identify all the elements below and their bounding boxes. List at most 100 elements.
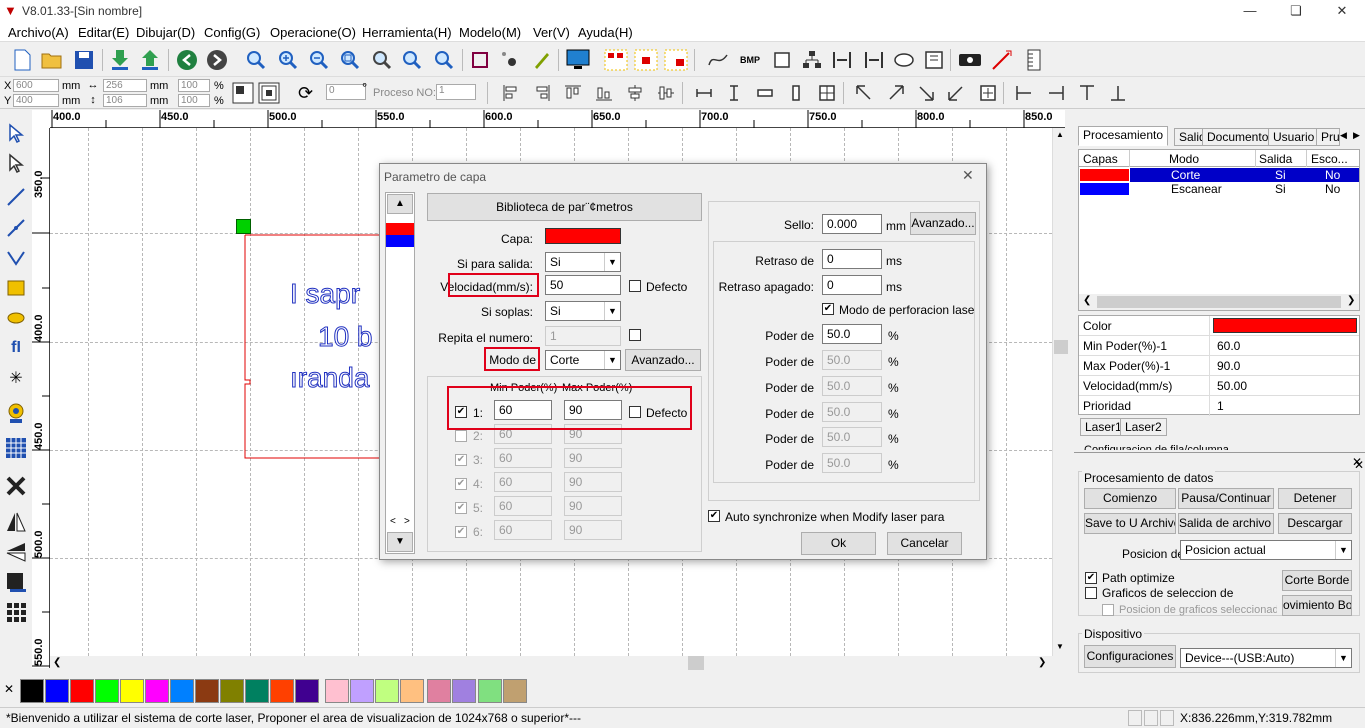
point-tool-icon[interactable]: ✳ bbox=[4, 366, 28, 390]
palette-swatch[interactable] bbox=[478, 679, 502, 703]
palette-swatch[interactable] bbox=[195, 679, 219, 703]
palette-swatch[interactable] bbox=[70, 679, 94, 703]
scroll-down-icon[interactable]: ▼ bbox=[1056, 642, 1064, 651]
palette-swatch[interactable] bbox=[145, 679, 169, 703]
min-power-input[interactable]: 60 bbox=[494, 496, 552, 516]
minimize-button[interactable]: — bbox=[1227, 0, 1273, 22]
same-width-icon[interactable] bbox=[692, 81, 716, 105]
monitor-icon[interactable] bbox=[566, 48, 590, 72]
select-arrow-icon[interactable] bbox=[4, 121, 28, 145]
selection-handle[interactable] bbox=[236, 219, 251, 234]
palette-swatch[interactable] bbox=[350, 679, 374, 703]
tab-pru[interactable]: Pru bbox=[1316, 128, 1340, 146]
velocidad-input[interactable]: 50 bbox=[545, 275, 621, 295]
menu-ayuda[interactable]: Ayuda(H) bbox=[578, 25, 633, 40]
delete-tool-icon[interactable] bbox=[4, 474, 28, 498]
palette-swatch[interactable] bbox=[452, 679, 476, 703]
detener-button[interactable]: Detener bbox=[1278, 488, 1352, 509]
zoom-page-icon[interactable] bbox=[400, 48, 424, 72]
palette-swatch[interactable] bbox=[45, 679, 69, 703]
pausa-continuar-button[interactable]: Pausa/Continuar bbox=[1178, 488, 1274, 509]
document-icon[interactable] bbox=[922, 48, 946, 72]
menu-ver[interactable]: Ver(V) bbox=[533, 25, 570, 40]
perforacion-checkbox[interactable]: ✔ bbox=[822, 303, 834, 315]
salida-select[interactable]: Si ▼ bbox=[545, 252, 621, 272]
capa-color-swatch[interactable] bbox=[545, 228, 621, 244]
modo-select[interactable]: Corte ▼ bbox=[545, 350, 621, 370]
align-center-h-icon[interactable] bbox=[623, 81, 647, 105]
tab-scroll-right-icon[interactable]: ▶ bbox=[1353, 130, 1360, 141]
palette-swatch[interactable] bbox=[503, 679, 527, 703]
align-left-icon[interactable] bbox=[499, 81, 523, 105]
node-arrow-icon[interactable] bbox=[4, 151, 28, 175]
same-size-h-icon[interactable] bbox=[753, 81, 777, 105]
polyline-tool-icon[interactable] bbox=[4, 216, 28, 240]
poder-input[interactable]: 50.0 bbox=[822, 350, 882, 370]
zoom-in-icon[interactable] bbox=[276, 48, 300, 72]
posicion-select[interactable]: Posicion actual ▼ bbox=[1180, 540, 1352, 560]
tab-laser2[interactable]: Laser2 bbox=[1120, 418, 1167, 436]
export-icon[interactable] bbox=[138, 48, 162, 72]
palette-swatch[interactable] bbox=[245, 679, 269, 703]
max-power-input[interactable]: 90 bbox=[564, 448, 622, 468]
close-icon[interactable]: ✕ bbox=[1354, 458, 1364, 472]
dialog-layer-swatch[interactable] bbox=[386, 223, 414, 235]
graficos-checkbox[interactable] bbox=[1085, 587, 1097, 599]
power-row-checkbox[interactable]: ✔ bbox=[455, 526, 467, 538]
scroll-up-icon[interactable]: ▲ bbox=[1056, 130, 1064, 139]
save-icon[interactable] bbox=[72, 48, 96, 72]
power-row-checkbox[interactable]: ✔ bbox=[455, 454, 467, 466]
zoom-out-icon[interactable] bbox=[307, 48, 331, 72]
align-center-v-icon[interactable] bbox=[654, 81, 678, 105]
dialog-close-icon[interactable]: ✕ bbox=[962, 167, 974, 184]
y-position-input[interactable]: 400 bbox=[13, 94, 59, 107]
palette-swatch[interactable] bbox=[400, 679, 424, 703]
import-icon[interactable] bbox=[108, 48, 132, 72]
width-input[interactable]: 256 bbox=[103, 79, 147, 92]
new-file-icon[interactable] bbox=[10, 48, 34, 72]
power-row-checkbox[interactable] bbox=[455, 430, 467, 442]
scroll-left-icon[interactable]: ❮ bbox=[53, 657, 61, 668]
redo-icon[interactable] bbox=[205, 48, 229, 72]
menu-editar[interactable]: Editar(E) bbox=[78, 25, 129, 40]
min-power-input[interactable]: 60 bbox=[494, 448, 552, 468]
distribute-top-icon[interactable] bbox=[1075, 81, 1099, 105]
zoom-fit-icon[interactable] bbox=[432, 48, 456, 72]
repita-checkbox[interactable] bbox=[629, 329, 641, 341]
auto-sync-checkbox[interactable]: ✔ bbox=[708, 510, 720, 522]
configuraciones-button[interactable]: Configuraciones bbox=[1084, 645, 1176, 668]
min-power-input[interactable]: 60 bbox=[494, 520, 552, 540]
corte-borde-button[interactable]: Corte Borde bbox=[1282, 570, 1352, 591]
proceso-input[interactable]: 1 bbox=[436, 84, 476, 100]
text-tool-icon[interactable]: fI bbox=[4, 336, 28, 360]
palette-swatch[interactable] bbox=[325, 679, 349, 703]
scale-y-input[interactable]: 100 bbox=[178, 94, 210, 107]
bmp-icon[interactable]: BMP bbox=[738, 48, 762, 72]
device-select[interactable]: Device---(USB:Auto) ▼ bbox=[1180, 648, 1352, 668]
palette-swatch[interactable] bbox=[95, 679, 119, 703]
align-v-icon[interactable] bbox=[862, 48, 886, 72]
tab-documento[interactable]: Documento bbox=[1202, 128, 1274, 146]
grid-tool-icon[interactable] bbox=[4, 436, 28, 460]
prop-value[interactable]: 90.0 bbox=[1217, 359, 1240, 373]
height-input[interactable]: 106 bbox=[103, 94, 147, 107]
table-row[interactable]: Escanear Si No bbox=[1079, 182, 1359, 196]
movimiento-borde-button[interactable]: ovimiento Bord bbox=[1282, 595, 1352, 616]
same-height-icon[interactable] bbox=[722, 81, 746, 105]
laser-head-icon[interactable] bbox=[958, 48, 982, 72]
vertical-scroll-thumb[interactable] bbox=[1054, 340, 1068, 354]
biblioteca-parametros-button[interactable]: Biblioteca de par¨¢metros bbox=[427, 193, 702, 221]
poder-input[interactable]: 50.0 bbox=[822, 402, 882, 422]
array-copy-icon[interactable] bbox=[634, 48, 658, 72]
align-h-icon[interactable] bbox=[830, 48, 854, 72]
scroll-right-icon[interactable]: > bbox=[404, 516, 410, 527]
prop-value[interactable]: 60.0 bbox=[1217, 339, 1240, 353]
max-power-input[interactable]: 90 bbox=[564, 496, 622, 516]
power-row-checkbox[interactable]: ✔ bbox=[455, 502, 467, 514]
horizontal-scrollbar[interactable]: ❮ ❯ bbox=[50, 656, 1052, 670]
ruler-icon[interactable] bbox=[1022, 48, 1046, 72]
poder-input[interactable]: 50.0 bbox=[822, 453, 882, 473]
min-power-input[interactable]: 60 bbox=[494, 472, 552, 492]
avanzado-sello-button[interactable]: Avanzado... bbox=[910, 212, 976, 235]
horizontal-scroll-thumb[interactable] bbox=[688, 656, 704, 670]
